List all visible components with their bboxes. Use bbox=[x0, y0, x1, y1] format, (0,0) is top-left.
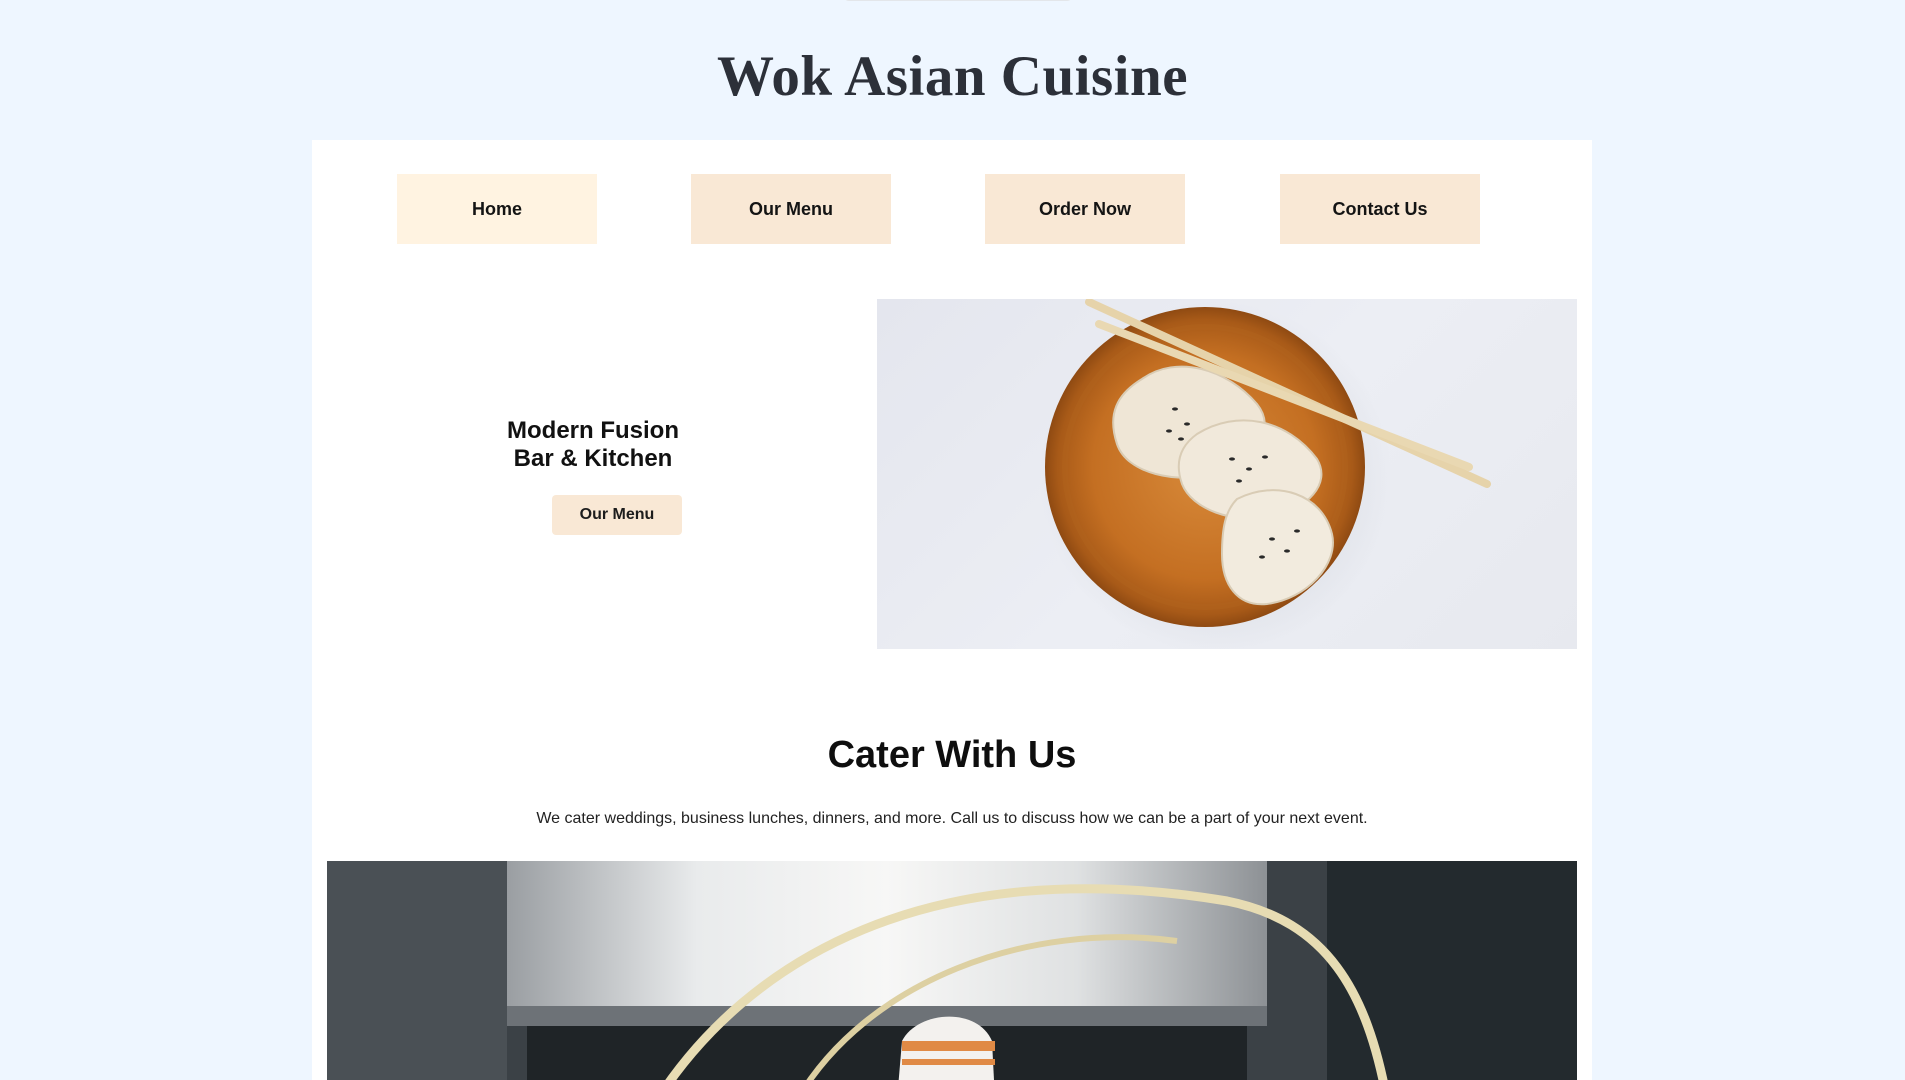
cater-description: We cater weddings, business lunches, din… bbox=[536, 810, 1368, 827]
hero-our-menu-button[interactable]: Our Menu bbox=[552, 495, 682, 535]
top-tab bbox=[843, 0, 1073, 1]
nav-order-now-button[interactable]: Order Now bbox=[985, 174, 1185, 244]
site-title: Wok Asian Cuisine bbox=[716, 45, 1188, 108]
nav-home-button[interactable]: Home bbox=[397, 174, 597, 244]
content-card: Home Our Menu Order Now Contact Us Moder… bbox=[312, 140, 1592, 1080]
hero-heading: Modern Fusion Bar & Kitchen bbox=[488, 417, 698, 473]
nav-our-menu-button[interactable]: Our Menu bbox=[691, 174, 891, 244]
page: Wok Asian Cuisine Home Our Menu Order No… bbox=[0, 0, 1905, 1080]
dumpling-photo bbox=[877, 299, 1577, 649]
chef-noodle-illustration bbox=[327, 861, 1577, 1080]
nav-contact-us-button[interactable]: Contact Us bbox=[1280, 174, 1480, 244]
hero-heading-line-2: Bar & Kitchen bbox=[513, 445, 673, 472]
hero-heading-line-1: Modern Fusion bbox=[507, 417, 679, 444]
dumpling-plate-illustration bbox=[1039, 299, 1491, 649]
cater-heading: Cater With Us bbox=[827, 734, 1077, 776]
chef-photo bbox=[327, 861, 1577, 1080]
